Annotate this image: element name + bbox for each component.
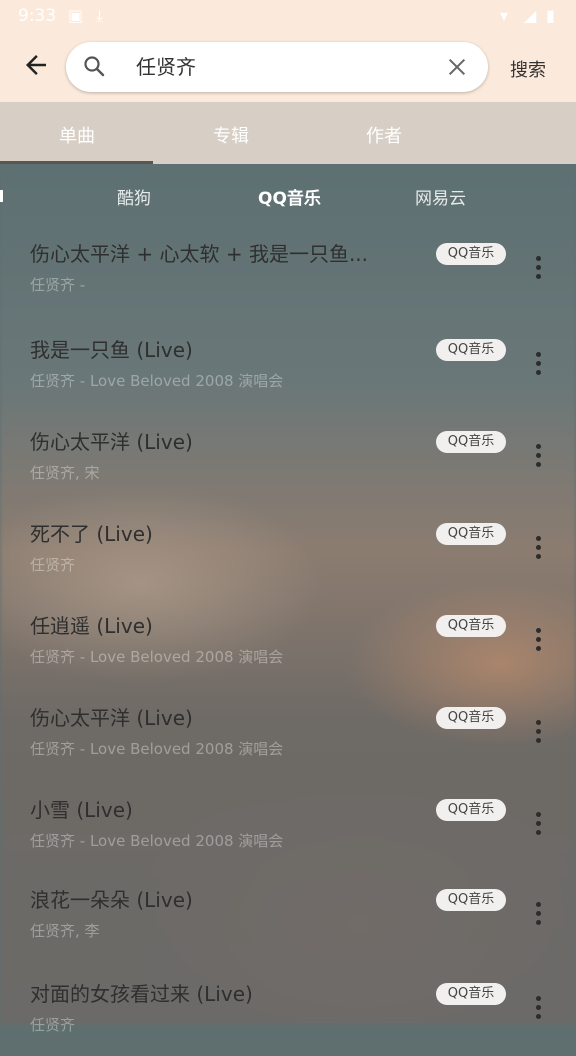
battery-icon: ▮ (546, 6, 555, 25)
source-badge: QQ音乐 (436, 615, 506, 637)
more-vert-icon[interactable] (531, 812, 545, 840)
list-item[interactable]: 小雪 (Live) 任贤齐 - Love Beloved 2008 演唱会 QQ… (0, 780, 576, 872)
search-header: 搜索 (0, 34, 576, 102)
source-tab-kugou[interactable]: 酷狗 (117, 184, 151, 209)
list-item[interactable]: 浪花一朵朵 (Live) 任贤齐, 李 QQ音乐 (0, 870, 576, 962)
more-vert-icon[interactable] (531, 256, 545, 284)
source-badge: QQ音乐 (436, 243, 506, 265)
source-badge: QQ音乐 (436, 707, 506, 729)
song-title: 我是一只鱼 (Live) (30, 338, 193, 362)
more-vert-icon[interactable] (531, 352, 545, 380)
song-subtitle: 任贤齐, 宋 (30, 464, 100, 482)
search-button[interactable]: 搜索 (510, 56, 546, 82)
song-subtitle: 任贤齐, 李 (30, 922, 100, 940)
song-title: 对面的女孩看过来 (Live) (30, 982, 253, 1006)
song-subtitle: 任贤齐 - Love Beloved 2008 演唱会 (30, 740, 284, 758)
song-title: 伤心太平洋 (Live) (30, 430, 193, 454)
arrow-left-icon (26, 55, 46, 75)
more-vert-icon[interactable] (531, 536, 545, 564)
list-item[interactable]: 任逍遥 (Live) 任贤齐 - Love Beloved 2008 演唱会 Q… (0, 596, 576, 688)
wifi-icon: ▾ (500, 6, 509, 25)
tab-artist[interactable]: 作者 (366, 122, 402, 148)
tab-single[interactable]: 单曲 (59, 122, 95, 148)
back-button[interactable] (20, 50, 52, 82)
status-bar: 9:33 ▣ ⤓ ▾ ◢ ▮ (0, 0, 576, 34)
source-tab-qq[interactable]: QQ音乐 (258, 184, 321, 209)
more-vert-icon[interactable] (531, 902, 545, 930)
search-input[interactable] (136, 52, 436, 82)
song-title: 伤心太平洋 (Live) (30, 706, 193, 730)
tab-album[interactable]: 专辑 (213, 122, 249, 148)
song-subtitle: 任贤齐 - (30, 276, 86, 294)
song-subtitle: 任贤齐 - Love Beloved 2008 演唱会 (30, 648, 284, 666)
more-vert-icon[interactable] (531, 996, 545, 1024)
category-tabs: 单曲 专辑 作者 (0, 102, 576, 164)
more-vert-icon[interactable] (531, 444, 545, 472)
search-box[interactable] (66, 42, 488, 92)
list-item[interactable]: 我是一只鱼 (Live) 任贤齐 - Love Beloved 2008 演唱会… (0, 320, 576, 412)
source-badge: QQ音乐 (436, 431, 506, 453)
source-badge: QQ音乐 (436, 889, 506, 911)
clear-icon[interactable] (446, 56, 468, 78)
more-vert-icon[interactable] (531, 720, 545, 748)
source-tabs: 酷狗 QQ音乐 网易云 (0, 164, 576, 224)
song-subtitle: 任贤齐 (30, 1016, 76, 1034)
source-badge: QQ音乐 (436, 799, 506, 821)
signal-icon: ◢ (524, 6, 537, 25)
song-subtitle: 任贤齐 (30, 556, 76, 574)
more-vert-icon[interactable] (531, 628, 545, 656)
song-subtitle: 任贤齐 - Love Beloved 2008 演唱会 (30, 832, 284, 850)
source-badge: QQ音乐 (436, 983, 506, 1005)
source-badge: QQ音乐 (436, 523, 506, 545)
song-title: 小雪 (Live) (30, 798, 133, 822)
song-title: 死不了 (Live) (30, 522, 153, 546)
list-item[interactable]: 伤心太平洋 (Live) 任贤齐 - Love Beloved 2008 演唱会… (0, 688, 576, 780)
song-title: 伤心太平洋 + 心太软 + 我是一只鱼... (30, 242, 369, 266)
song-title: 任逍遥 (Live) (30, 614, 153, 638)
search-icon (84, 56, 105, 77)
list-item[interactable]: 死不了 (Live) 任贤齐 QQ音乐 (0, 504, 576, 596)
list-item[interactable]: 伤心太平洋 + 心太软 + 我是一只鱼... 任贤齐 - QQ音乐 (0, 224, 576, 316)
image-notification-icon: ▣ (68, 6, 84, 25)
status-time: 9:33 (18, 6, 57, 26)
song-subtitle: 任贤齐 - Love Beloved 2008 演唱会 (30, 372, 284, 390)
song-title: 浪花一朵朵 (Live) (30, 888, 193, 912)
source-badge: QQ音乐 (436, 339, 506, 361)
list-item[interactable]: 伤心太平洋 (Live) 任贤齐, 宋 QQ音乐 (0, 412, 576, 504)
list-item[interactable]: 对面的女孩看过来 (Live) 任贤齐 QQ音乐 (0, 964, 576, 1056)
download-notification-icon: ⤓ (96, 6, 104, 25)
source-tab-netease[interactable]: 网易云 (415, 184, 466, 209)
